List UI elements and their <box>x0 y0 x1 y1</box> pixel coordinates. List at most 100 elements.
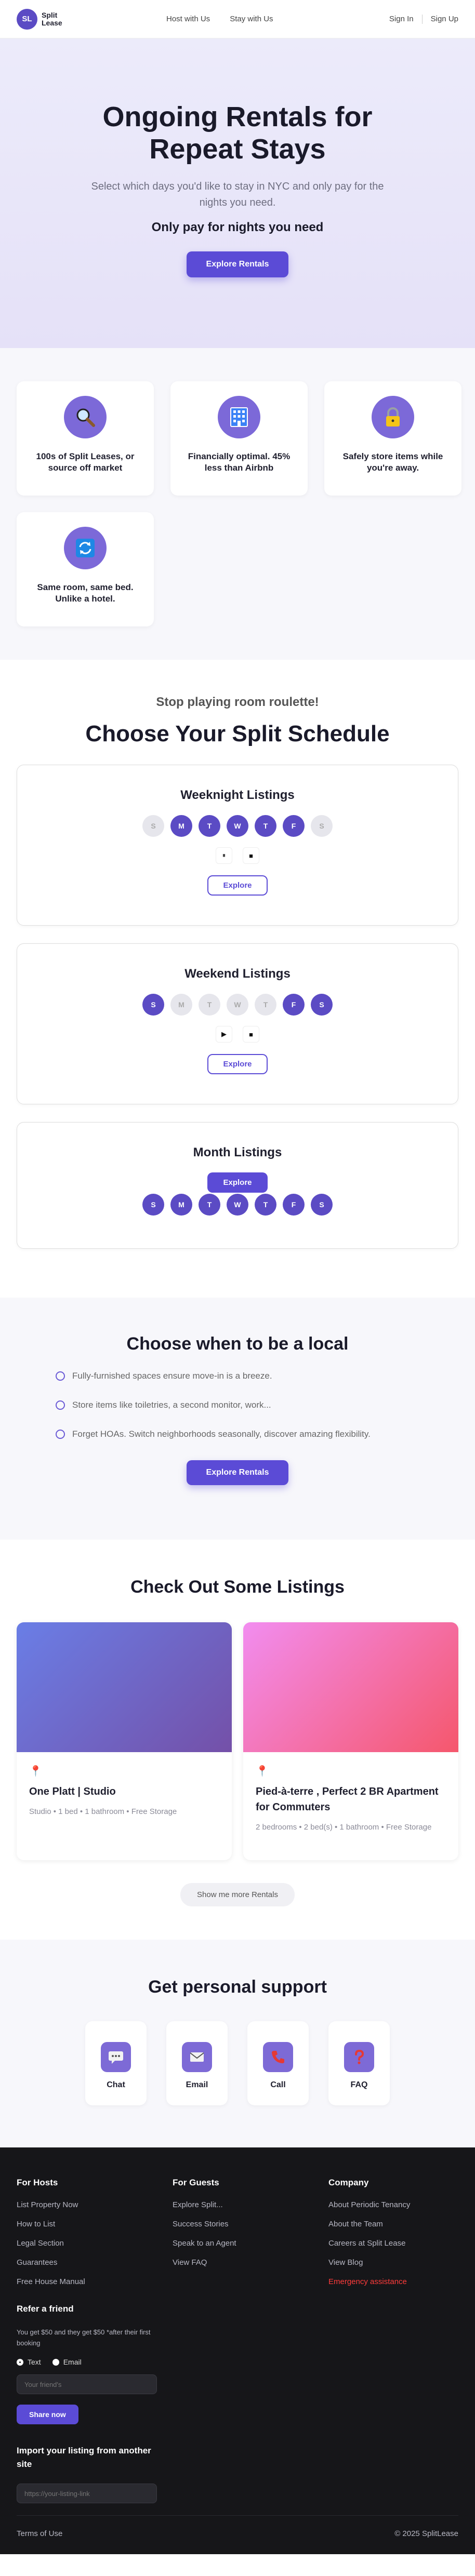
nav-host-with-us[interactable]: Host with Us <box>166 15 210 23</box>
day-toggle[interactable]: T <box>255 994 276 1016</box>
day-toggle[interactable]: F <box>283 815 305 837</box>
day-toggle[interactable]: T <box>255 815 276 837</box>
footer-link[interactable]: Explore Split... <box>173 2200 328 2209</box>
support-title: Get personal support <box>148 1977 327 1997</box>
footer-guests-column: For Guests Explore Split... Success Stor… <box>173 2178 328 2503</box>
benefit-text: Fully-furnished spaces ensure move-in is… <box>72 1371 272 1381</box>
footer-link[interactable]: Free House Manual <box>17 2277 173 2286</box>
bullet-icon <box>56 1430 65 1439</box>
listing-card[interactable]: 📍 Pied-à-terre , Perfect 2 BR Apartment … <box>243 1622 458 1860</box>
brand-logo[interactable]: SL Split Lease <box>17 8 68 30</box>
day-selector: SMTWTFS <box>17 994 458 1016</box>
main-nav: Host with Us Stay with Us <box>166 15 273 23</box>
day-toggle[interactable]: M <box>170 994 192 1016</box>
support-label: Call <box>270 2080 286 2089</box>
day-toggle[interactable]: T <box>199 994 220 1016</box>
schedule-section: Stop playing room roulette! Choose Your … <box>0 660 475 1298</box>
pause-icon[interactable]: ⏸ <box>216 847 232 864</box>
day-selector: SMTWTFS <box>17 815 458 837</box>
radio-label: Text <box>28 2358 41 2366</box>
listing-image[interactable] <box>17 1622 232 1752</box>
listing-image[interactable] <box>243 1622 458 1752</box>
day-toggle[interactable]: F <box>283 994 305 1016</box>
hero-title: Ongoing Rentals for Repeat Stays <box>102 101 373 165</box>
chat-icon <box>101 2042 131 2072</box>
support-label: Email <box>186 2080 208 2089</box>
day-toggle[interactable]: T <box>199 815 220 837</box>
footer-link[interactable]: List Property Now <box>17 2200 173 2209</box>
footer-link[interactable]: How to List <box>17 2220 173 2228</box>
day-toggle[interactable]: S <box>311 994 333 1016</box>
footer-link[interactable]: View Blog <box>328 2258 464 2267</box>
benefit-text: Store items like toiletries, a second mo… <box>72 1400 271 1410</box>
stop-icon[interactable]: ■ <box>243 1026 259 1043</box>
listing-meta: Studio • 1 bed • 1 bathroom • Free Stora… <box>29 1807 177 1816</box>
sign-up-link[interactable]: Sign Up <box>431 15 458 23</box>
radio-dot <box>17 2358 23 2366</box>
day-toggle[interactable]: F <box>283 1194 305 1216</box>
explore-rentals-button[interactable]: Explore Rentals <box>186 251 289 277</box>
show-more-rentals-button[interactable]: Show me more Rentals <box>180 1883 295 1906</box>
day-toggle[interactable]: S <box>142 994 164 1016</box>
animation-controls: ▶ ■ <box>17 1026 458 1043</box>
listing-title[interactable]: One Platt | Studio <box>29 1784 219 1799</box>
footer-company-column: Company About Periodic Tenancy About the… <box>328 2178 464 2503</box>
phone-icon <box>263 2042 293 2072</box>
share-now-button[interactable]: Share now <box>17 2405 78 2424</box>
weeknight-card: Weeknight Listings SMTWTFS ⏸ ■ Explore <box>17 765 458 926</box>
support-faq-card[interactable]: FAQ <box>328 2021 390 2105</box>
explore-rentals-button[interactable]: Explore Rentals <box>186 1460 289 1485</box>
radio-email[interactable]: Email <box>52 2358 82 2366</box>
footer-link[interactable]: View FAQ <box>173 2258 328 2267</box>
listing-title[interactable]: Pied-à-terre , Perfect 2 BR Apartment fo… <box>256 1784 446 1815</box>
day-toggle[interactable]: T <box>255 1194 276 1216</box>
day-toggle[interactable]: W <box>227 1194 248 1216</box>
explore-weeknight-button[interactable]: Explore <box>207 875 268 896</box>
radio-text[interactable]: Text <box>17 2358 41 2366</box>
support-email-card[interactable]: Email <box>166 2021 228 2105</box>
footer-link[interactable]: Careers at Split Lease <box>328 2239 464 2248</box>
day-toggle[interactable]: T <box>199 1194 220 1216</box>
listing-link-input[interactable] <box>17 2484 157 2503</box>
footer-heading: For Guests <box>173 2178 219 2187</box>
bullet-icon <box>56 1400 65 1410</box>
day-toggle[interactable]: S <box>142 1194 164 1216</box>
friend-contact-input[interactable] <box>17 2374 157 2394</box>
sign-in-link[interactable]: Sign In <box>389 15 414 23</box>
list-item: Forget HOAs. Switch neighborhoods season… <box>56 1429 419 1439</box>
listing-card[interactable]: 📍 One Platt | Studio Studio • 1 bed • 1 … <box>17 1622 232 1860</box>
explore-month-button[interactable]: Explore <box>207 1172 268 1193</box>
day-toggle[interactable]: S <box>311 815 333 837</box>
day-toggle[interactable]: S <box>311 1194 333 1216</box>
footer-bottom-bar: Terms of Use © 2025 SplitLease <box>17 2515 458 2538</box>
nav-stay-with-us[interactable]: Stay with Us <box>230 15 273 23</box>
footer-link[interactable]: Success Stories <box>173 2220 328 2228</box>
day-toggle[interactable]: W <box>227 815 248 837</box>
play-icon[interactable]: ▶ <box>216 1026 232 1043</box>
footer-link[interactable]: Legal Section <box>17 2239 173 2248</box>
terms-of-use-link[interactable]: Terms of Use <box>17 2529 62 2538</box>
local-title: Choose when to be a local <box>126 1334 349 1354</box>
repeat-icon <box>64 527 107 569</box>
day-toggle[interactable]: S <box>142 815 164 837</box>
day-toggle[interactable]: M <box>170 815 192 837</box>
copyright: © 2025 SplitLease <box>394 2529 458 2538</box>
footer-link[interactable]: Speak to an Agent <box>173 2239 328 2248</box>
local-benefits: Fully-furnished spaces ensure move-in is… <box>56 1371 419 1439</box>
location-pin-icon: 📍 <box>256 1766 269 1777</box>
footer-link[interactable]: About the Team <box>328 2220 464 2228</box>
explore-weekend-button[interactable]: Explore <box>207 1054 268 1074</box>
refer-text: You get $50 and they get $50 *after thei… <box>17 2328 151 2347</box>
footer-link[interactable]: Guarantees <box>17 2258 173 2267</box>
radio-dot <box>52 2358 59 2366</box>
schedule-card-title: Weeknight Listings <box>180 788 295 802</box>
nav-divider <box>421 14 423 24</box>
footer-link[interactable]: About Periodic Tenancy <box>328 2200 464 2209</box>
support-chat-card[interactable]: Chat <box>85 2021 147 2105</box>
import-title: Import your listing from another site <box>17 2446 151 2469</box>
support-call-card[interactable]: Call <box>247 2021 309 2105</box>
day-toggle[interactable]: W <box>227 994 248 1016</box>
day-toggle[interactable]: M <box>170 1194 192 1216</box>
stop-icon[interactable]: ■ <box>243 847 259 864</box>
emergency-assistance-link[interactable]: Emergency assistance <box>328 2277 464 2286</box>
